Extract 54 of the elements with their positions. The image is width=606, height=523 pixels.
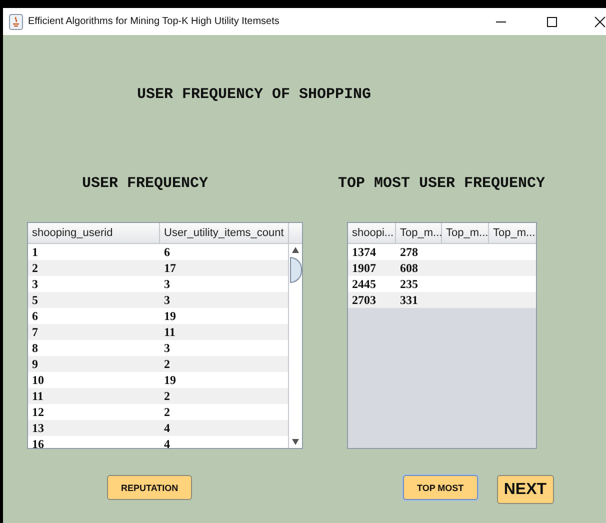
scrollbar[interactable]	[289, 244, 302, 448]
reputation-button[interactable]: REPUTATION	[107, 475, 192, 500]
table-cell-text: 1374	[351, 244, 377, 260]
table-cell-text: 2703	[351, 292, 377, 308]
table-cell-text: 278	[399, 244, 419, 260]
table-cell-text: 3	[163, 340, 171, 356]
table-cell-text: 6	[163, 244, 171, 260]
section-heading: USER FREQUENCY	[82, 175, 208, 193]
window-title: Efficient Algorithms for Mining Top-K High Utility Itemsets	[28, 16, 280, 27]
section-heading: TOP MOST USER FREQUENCY	[338, 175, 546, 193]
column-header[interactable]: Top_m...	[396, 223, 442, 243]
table-cell-text: 13	[31, 420, 45, 436]
table-cell-text: 3	[31, 276, 39, 292]
table-cell-text: 16	[31, 436, 45, 448]
table-cell-text: 235	[399, 276, 419, 292]
scroll-down-icon[interactable]	[292, 439, 299, 445]
table-cell-text: 17	[163, 260, 177, 276]
table-cell-text: 19	[163, 372, 177, 388]
column-header[interactable]: Top_m...	[489, 223, 536, 243]
next-button[interactable]: NEXT	[496, 475, 554, 504]
top-most-button[interactable]: TOP MOST	[403, 475, 478, 500]
table-cell-text: 1907	[351, 260, 377, 276]
table-cell-text: 2	[163, 404, 171, 420]
table-cell-text: 12	[31, 404, 45, 420]
column-header[interactable]: shooping_userid	[28, 223, 160, 243]
table-cell-text: 7	[31, 324, 39, 340]
table-cell-text: 11	[31, 388, 44, 404]
table-cell-text: 3	[163, 276, 171, 292]
scroll-thumb[interactable]	[290, 257, 302, 283]
table-cell-text: 4	[163, 436, 171, 448]
column-header[interactable]: Top_m...	[442, 223, 489, 243]
table-cell-text: 2	[163, 356, 171, 372]
table-cell-text: 2	[163, 388, 171, 404]
close-icon[interactable]	[594, 16, 606, 28]
app-icon	[9, 14, 23, 30]
table-cell-text: 5	[31, 292, 39, 308]
table-cell-text: 6	[31, 308, 39, 324]
minimize-icon[interactable]	[496, 20, 506, 22]
table-cell-text: 1	[31, 244, 39, 260]
maximize-icon[interactable]	[547, 16, 557, 26]
table-cell-text: 3	[163, 292, 171, 308]
table-cell-text: 2445	[351, 276, 377, 292]
table-cell-text: 10	[31, 372, 45, 388]
column-header[interactable]: shoopi...	[348, 223, 396, 243]
table-cell-text: 2	[31, 260, 39, 276]
page-heading: USER FREQUENCY OF SHOPPING	[137, 86, 372, 103]
table-cell-text: 11	[163, 324, 176, 340]
table-cell-text: 8	[31, 340, 39, 356]
scroll-up-icon[interactable]	[292, 247, 299, 253]
table-cell-text: 9	[31, 356, 39, 372]
table-cell-text: 608	[399, 260, 419, 276]
table-cell-text: 19	[163, 308, 177, 324]
table-cell-text: 331	[399, 292, 419, 308]
table-cell-text: 4	[163, 420, 171, 436]
